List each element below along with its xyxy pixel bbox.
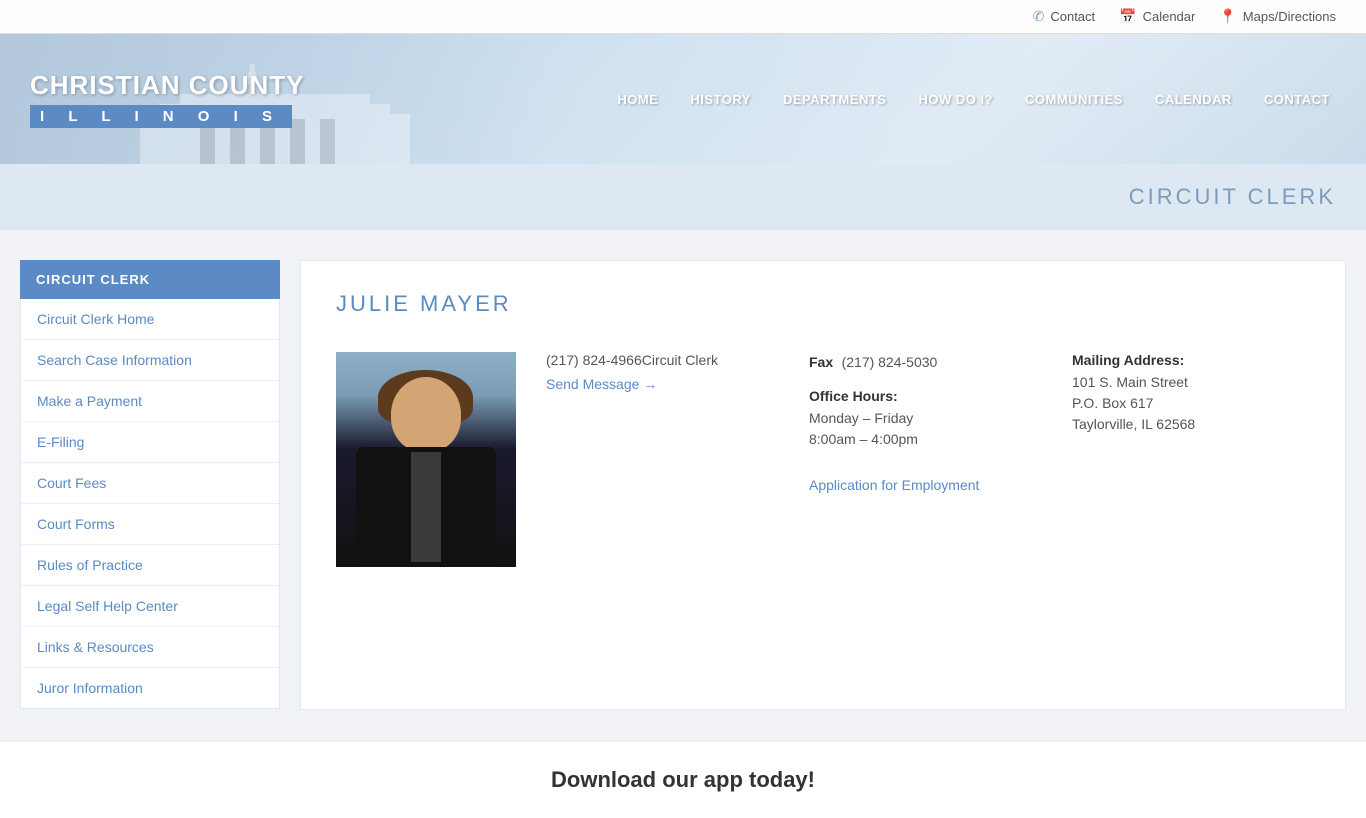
bottom-banner: Download our app today! bbox=[0, 740, 1366, 818]
calendar-topbar-link[interactable]: 📅 Calendar bbox=[1119, 8, 1195, 25]
profile-photo bbox=[336, 352, 516, 567]
nav-how-do-i[interactable]: HOW DO I? bbox=[902, 84, 1009, 115]
maps-topbar-link[interactable]: 📍 Maps/Directions bbox=[1219, 8, 1336, 25]
state-name: I L L I N O I S bbox=[30, 105, 292, 128]
contact-topbar-label: Contact bbox=[1050, 9, 1095, 24]
sidebar-item-juror-info[interactable]: Juror Information bbox=[21, 668, 279, 708]
nav-calendar[interactable]: CALENDAR bbox=[1139, 84, 1248, 115]
sidebar-item-links-resources[interactable]: Links & Resources bbox=[21, 627, 279, 668]
nav-home[interactable]: HOME bbox=[601, 84, 674, 115]
address-line2: P.O. Box 617 bbox=[1072, 393, 1310, 414]
sidebar-header: CIRCUIT CLERK bbox=[20, 260, 280, 299]
fax-label: Fax bbox=[809, 354, 833, 370]
contact-column: (217) 824-4966Circuit Clerk Send Message… bbox=[546, 352, 784, 567]
sidebar-item-court-fees[interactable]: Court Fees bbox=[21, 463, 279, 504]
main-layout: CIRCUIT CLERK Circuit Clerk Home Search … bbox=[0, 230, 1366, 740]
profile-details: (217) 824-4966Circuit Clerk Send Message… bbox=[546, 352, 1310, 567]
application-employment-link[interactable]: Application for Employment bbox=[809, 477, 979, 493]
contact-topbar-link[interactable]: ✆ Contact bbox=[1033, 8, 1096, 25]
profile-section: (217) 824-4966Circuit Clerk Send Message… bbox=[336, 352, 1310, 567]
office-days: Monday – Friday bbox=[809, 408, 1047, 429]
address-line1: 101 S. Main Street bbox=[1072, 372, 1310, 393]
location-icon: 📍 bbox=[1219, 8, 1236, 25]
sidebar-item-e-filing[interactable]: E-Filing bbox=[21, 422, 279, 463]
office-hours-label: Office Hours: bbox=[809, 388, 1047, 404]
sidebar-item-rules-practice[interactable]: Rules of Practice bbox=[21, 545, 279, 586]
maps-topbar-label: Maps/Directions bbox=[1243, 9, 1336, 24]
sidebar-item-legal-self-help[interactable]: Legal Self Help Center bbox=[21, 586, 279, 627]
main-nav: HOME HISTORY DEPARTMENTS HOW DO I? COMMU… bbox=[601, 84, 1366, 115]
photo-stripe bbox=[411, 452, 441, 562]
calendar-topbar-label: Calendar bbox=[1143, 9, 1196, 24]
sidebar-menu: Circuit Clerk Home Search Case Informati… bbox=[20, 299, 280, 709]
phone-icon: ✆ bbox=[1033, 8, 1045, 25]
hours-column: Fax (217) 824-5030 Office Hours: Monday … bbox=[809, 352, 1047, 567]
site-logo[interactable]: CHRISTIAN COUNTY I L L I N O I S bbox=[0, 55, 335, 143]
sidebar-item-court-forms[interactable]: Court Forms bbox=[21, 504, 279, 545]
nav-history[interactable]: HISTORY bbox=[674, 84, 767, 115]
sidebar-item-make-payment[interactable]: Make a Payment bbox=[21, 381, 279, 422]
page-title: CIRCUIT CLERK bbox=[1129, 184, 1336, 209]
address-line3: Taylorville, IL 62568 bbox=[1072, 414, 1310, 435]
send-message-link[interactable]: Send Message → bbox=[546, 376, 784, 392]
office-time: 8:00am – 4:00pm bbox=[809, 429, 1047, 450]
nav-contact[interactable]: CONTACT bbox=[1248, 84, 1346, 115]
mailing-label: Mailing Address: bbox=[1072, 352, 1310, 368]
person-name: JULIE MAYER bbox=[336, 291, 1310, 327]
page-title-band: CIRCUIT CLERK bbox=[0, 164, 1366, 230]
top-bar: ✆ Contact 📅 Calendar 📍 Maps/Directions bbox=[0, 0, 1366, 34]
hero-banner: CHRISTIAN COUNTY I L L I N O I S HOME HI… bbox=[0, 34, 1366, 164]
send-message-text: Send Message → bbox=[546, 376, 657, 392]
content-area: JULIE MAYER (217) 824-4966Circuit Clerk … bbox=[300, 260, 1346, 710]
phone-number: (217) 824-4966Circuit Clerk bbox=[546, 352, 784, 368]
county-name: CHRISTIAN COUNTY bbox=[30, 70, 305, 101]
sidebar-item-search-case[interactable]: Search Case Information bbox=[21, 340, 279, 381]
calendar-icon: 📅 bbox=[1119, 8, 1136, 25]
app-download-text: Download our app today! bbox=[25, 767, 1341, 793]
sidebar-item-circuit-clerk-home[interactable]: Circuit Clerk Home bbox=[21, 299, 279, 340]
nav-communities[interactable]: COMMUNITIES bbox=[1009, 84, 1139, 115]
sidebar: CIRCUIT CLERK Circuit Clerk Home Search … bbox=[20, 260, 280, 710]
address-column: Mailing Address: 101 S. Main Street P.O.… bbox=[1072, 352, 1310, 567]
photo-face bbox=[391, 377, 461, 452]
fax-number: (217) 824-5030 bbox=[842, 354, 938, 370]
nav-departments[interactable]: DEPARTMENTS bbox=[767, 84, 902, 115]
